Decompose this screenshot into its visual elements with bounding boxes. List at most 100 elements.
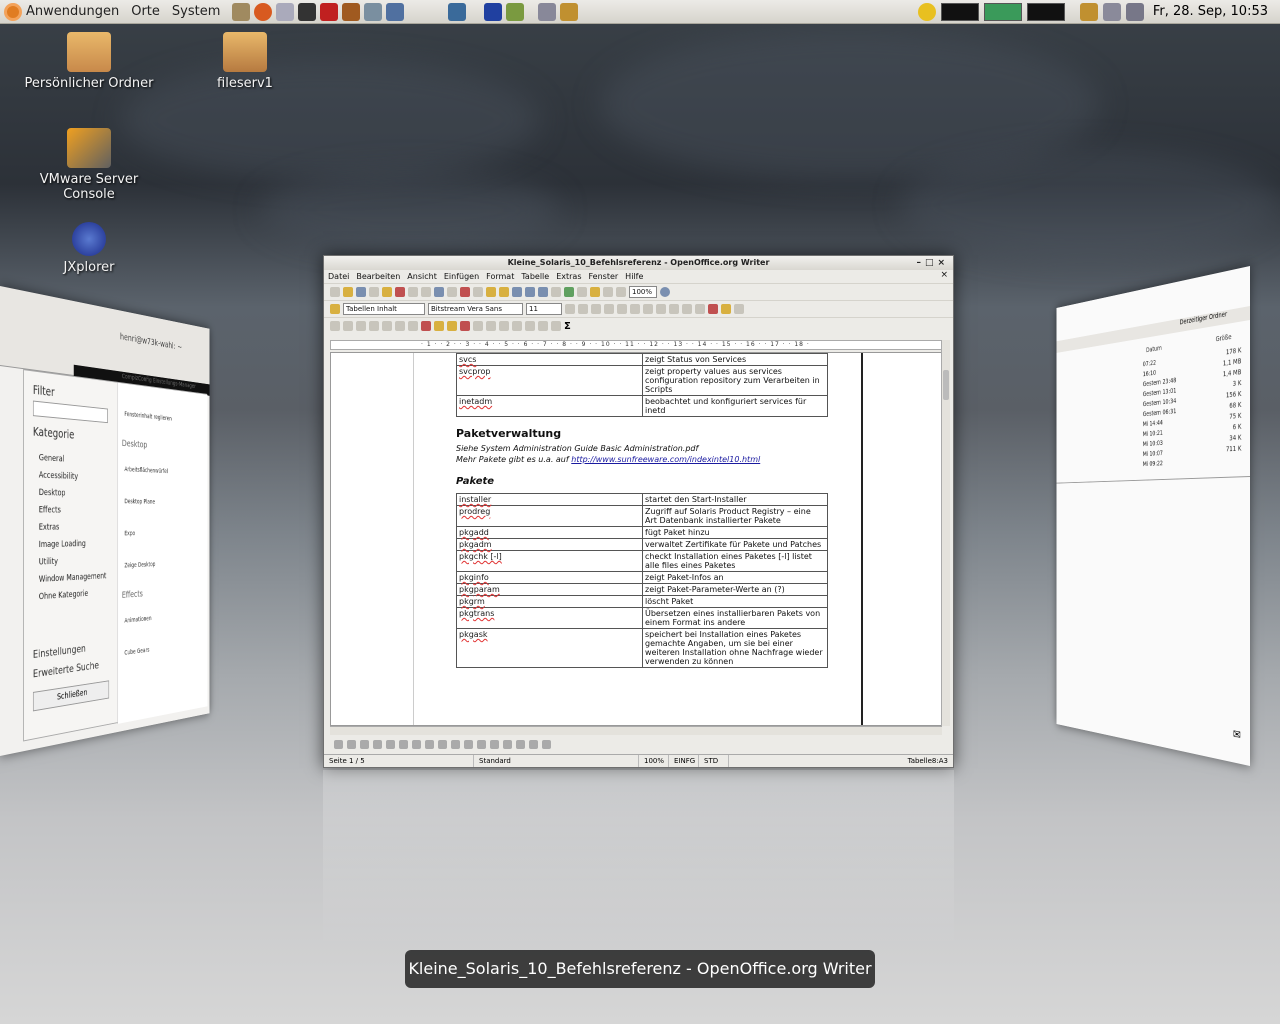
accessibility-icon[interactable] [538, 2, 557, 21]
category-extras[interactable]: Extras [39, 519, 106, 536]
user-switch-icon[interactable] [1079, 2, 1098, 21]
gimp-icon[interactable] [342, 2, 361, 21]
hyperlink-icon[interactable] [538, 287, 548, 297]
indent-increase-icon[interactable] [695, 304, 705, 314]
terminal-icon[interactable] [298, 2, 317, 21]
sum-icon[interactable]: Σ [564, 321, 571, 332]
autoformat-icon[interactable] [525, 321, 535, 331]
zoom-combo[interactable]: 100% [629, 286, 657, 298]
redo-icon[interactable] [525, 287, 535, 297]
datasource-icon[interactable] [603, 287, 613, 297]
fontwork-icon[interactable] [516, 739, 525, 749]
nonprinting-icon[interactable] [616, 287, 626, 297]
close-document-icon[interactable]: × [940, 270, 948, 280]
minimize-button[interactable]: – [916, 258, 925, 268]
font-color-icon[interactable] [708, 304, 718, 314]
right-window[interactable]: Derzeitiger Ordner Datum Größe 07:22 16:1… [1056, 266, 1250, 766]
search-icon[interactable] [1102, 2, 1121, 21]
ellipse-icon[interactable] [373, 739, 382, 749]
shapes-icon[interactable] [425, 739, 434, 749]
pdf-icon[interactable] [320, 2, 339, 21]
copy-icon[interactable] [473, 287, 483, 297]
block-arrows-icon[interactable] [451, 739, 460, 749]
font-name-combo[interactable]: Bitstream Vera Sans [428, 303, 523, 315]
volume-icon[interactable] [1125, 2, 1144, 21]
writer-window[interactable]: Kleine_Solaris_10_Befehlsreferenz - Open… [323, 255, 954, 768]
line-color-icon[interactable] [356, 321, 366, 331]
left-window[interactable]: henri@w73k-wahl: ~ Filter Kategorie Gene… [0, 286, 210, 756]
extrusion-icon[interactable] [542, 739, 551, 749]
commands-table-1[interactable]: svcs zeigt Status von Services svcprop zei… [456, 353, 828, 417]
menu-orte[interactable]: Orte [131, 4, 160, 19]
gallery-icon[interactable] [590, 287, 600, 297]
sunfreeware-link[interactable]: http://www.sunfreeware.com/indexintel10.… [571, 455, 760, 464]
menu-system[interactable]: System [172, 4, 220, 19]
menu-einfuegen[interactable]: Einfügen [444, 272, 479, 281]
line-style-icon[interactable] [343, 321, 353, 331]
desktop-icon-home[interactable]: Persönlicher Ordner [24, 32, 154, 91]
writer-titlebar[interactable]: Kleine_Solaris_10_Befehlsreferenz - Open… [324, 256, 953, 270]
paragraph-style-combo[interactable]: Tabellen Inhalt [343, 303, 425, 315]
paste-icon[interactable] [486, 287, 496, 297]
help-icon[interactable] [660, 287, 670, 297]
mail-icon[interactable]: ✉ [1233, 727, 1241, 742]
mail-doc-icon[interactable] [369, 287, 379, 297]
commands-table-2[interactable]: installer startet den Start-Installer pro… [456, 493, 828, 668]
table-properties-icon[interactable] [538, 321, 548, 331]
top-icon[interactable] [434, 321, 444, 331]
highlight-icon[interactable] [721, 304, 731, 314]
preview-icon[interactable] [421, 287, 431, 297]
folder-launcher-icon[interactable] [232, 2, 251, 21]
category-image-loading[interactable]: Image Loading [39, 536, 106, 554]
export-pdf-icon[interactable] [395, 287, 405, 297]
category-accessibility[interactable]: Accessibility [39, 467, 106, 487]
new-icon[interactable] [330, 287, 340, 297]
bold-icon[interactable] [565, 304, 575, 314]
table-insert-icon[interactable] [330, 321, 340, 331]
category-desktop[interactable]: Desktop [39, 484, 106, 503]
freeform-icon[interactable] [386, 739, 395, 749]
undo-icon[interactable] [512, 287, 522, 297]
optimize-icon[interactable] [421, 321, 431, 331]
category-ohne-kategorie[interactable]: Ohne Kategorie [39, 585, 106, 606]
menu-anwendungen[interactable]: Anwendungen [26, 4, 119, 19]
find-icon[interactable] [577, 287, 587, 297]
desktop-icon-vmware[interactable]: VMware Server Console [24, 128, 154, 202]
select-icon[interactable] [334, 739, 343, 749]
indent-decrease-icon[interactable] [682, 304, 692, 314]
einstellungen-link[interactable]: Einstellungen [33, 642, 86, 661]
close-button[interactable]: × [937, 258, 949, 268]
background-color-icon[interactable] [734, 304, 744, 314]
flowchart-icon[interactable] [464, 739, 473, 749]
erweiterte-suche-link[interactable]: Erweiterte Suche [33, 659, 99, 680]
font-size-combo[interactable]: 11 [526, 303, 562, 315]
callouts-icon[interactable] [477, 739, 486, 749]
scroll-thumb[interactable] [943, 370, 949, 400]
horizontal-scrollbar[interactable] [330, 726, 942, 735]
menu-hilfe[interactable]: Hilfe [625, 272, 643, 281]
menu-extras[interactable]: Extras [556, 272, 581, 281]
line-icon[interactable] [347, 739, 356, 749]
delete-column-icon[interactable] [512, 321, 522, 331]
ruler[interactable]: · 1 · · 2 · · 3 · · 4 · · 5 · · 6 · · 7 … [330, 340, 942, 350]
maximize-button[interactable]: □ [925, 258, 938, 268]
menu-bearbeiten[interactable]: Bearbeiten [356, 272, 400, 281]
background-icon[interactable] [382, 321, 392, 331]
firefox-icon[interactable] [254, 2, 273, 21]
insert-column-icon[interactable] [486, 321, 496, 331]
desktop-icon-fileserv1[interactable]: fileserv1 [180, 32, 310, 91]
numbering-icon[interactable] [656, 304, 666, 314]
menu-fenster[interactable]: Fenster [589, 272, 619, 281]
document-page[interactable]: svcs zeigt Status von Services svcprop zei… [330, 352, 942, 726]
filter-input[interactable] [32, 400, 108, 424]
borders-icon[interactable] [369, 321, 379, 331]
spellcheck-icon[interactable] [434, 287, 444, 297]
clock[interactable]: Fr, 28. Sep, 10:53 [1153, 4, 1268, 19]
text-icon[interactable] [399, 739, 408, 749]
stars-icon[interactable] [490, 739, 499, 749]
document-content[interactable]: svcs zeigt Status von Services svcprop zei… [456, 353, 831, 668]
menu-datei[interactable]: Datei [328, 272, 349, 281]
evolution-icon[interactable] [386, 2, 405, 21]
ubuntu-logo-icon[interactable] [4, 2, 22, 21]
italic-icon[interactable] [578, 304, 588, 314]
